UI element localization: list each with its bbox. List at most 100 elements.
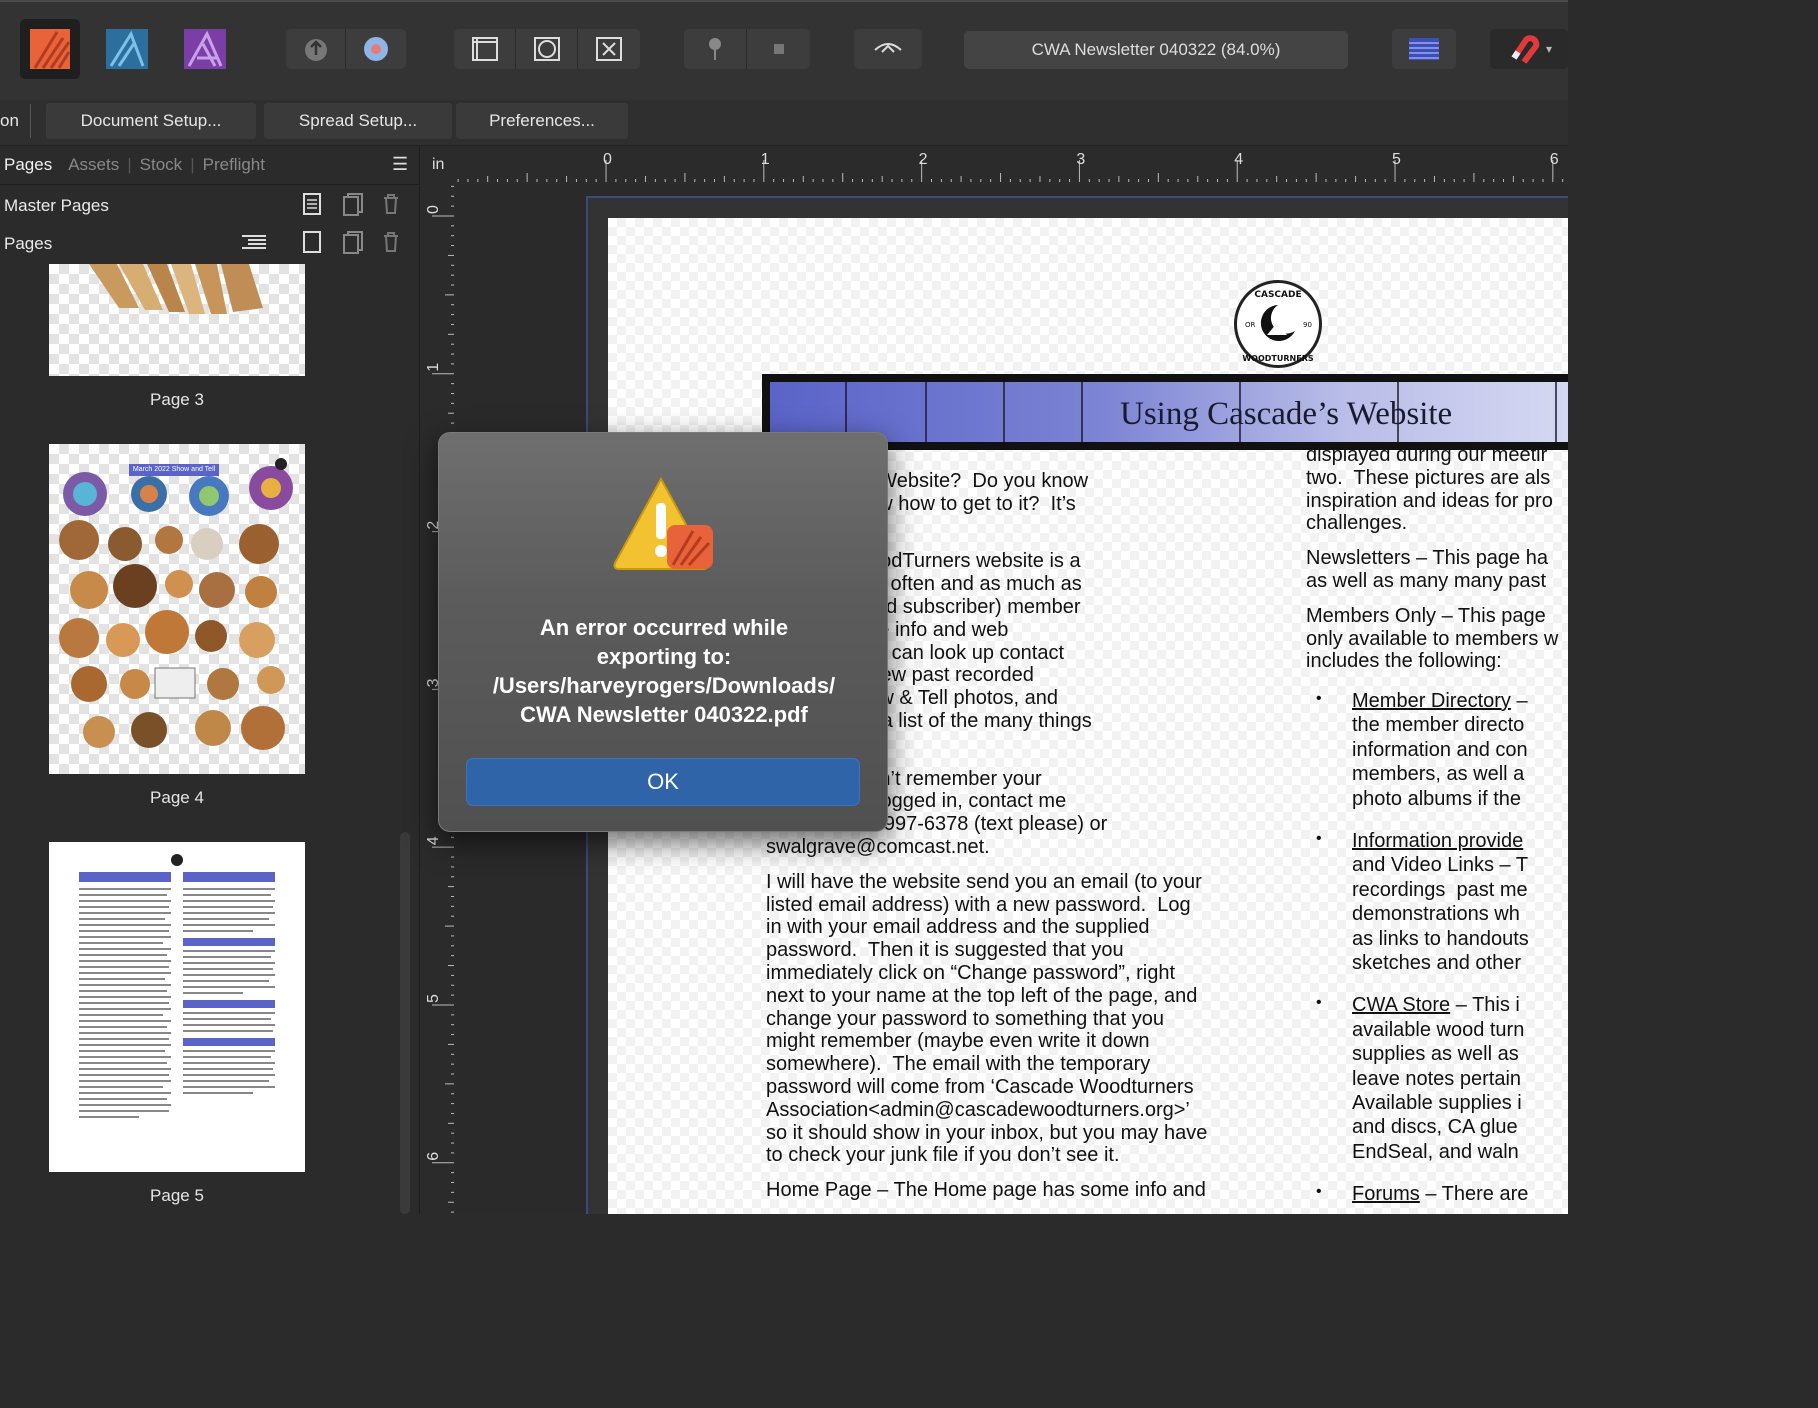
bowls-collage-image [59,458,293,750]
document-title: CWA Newsletter 040322 (84.0%) [964,31,1348,69]
affinity-publisher-window: CWA Newsletter 040322 (84.0%) ▾ on Docum… [0,0,1568,1214]
error-message: An error occurred while exporting to: /U… [459,613,869,729]
ruler-label: 2 [919,151,928,168]
text-line [1306,535,1558,547]
photo-persona-icon [184,29,226,69]
duplicate-master-icon[interactable] [342,192,364,221]
page-options-icon[interactable] [240,232,268,257]
snapping-icon [874,43,902,53]
normal-view-button[interactable] [454,29,516,69]
ruler-label: 4 [425,836,442,845]
circle-frame-icon [533,37,560,61]
wood-blanks-image [89,264,263,314]
ruler-label: 5 [1392,151,1401,168]
spread-setup-button[interactable]: Spread Setup... [264,103,452,139]
svg-text:WOODTURNERS: WOODTURNERS [1242,354,1314,363]
text-line: challenges. [1306,512,1408,535]
tab-pages[interactable]: Pages [0,155,56,175]
add-page-icon[interactable] [302,230,322,259]
tab-stock[interactable]: Stock [136,155,187,175]
text-line: supplies as well as [1352,1043,1519,1066]
stop-button[interactable] [747,29,810,69]
text-line: password. Then it is suggested that you [766,939,1124,962]
bullet-link-line[interactable]: CWA Store – This i [1352,994,1520,1017]
text-line: displayed during our meetir [1306,444,1548,466]
panel-scrollbar[interactable] [400,832,410,1214]
document-setup-button[interactable]: Document Setup... [46,103,256,139]
error-message-line: An error occurred while [539,615,789,640]
text-line: Newsletters – This page ha [1306,547,1548,570]
ruler-label: 3 [1076,151,1085,168]
ruler-label: 0 [425,205,442,214]
snapping-options-button[interactable] [854,29,922,69]
add-master-icon[interactable] [302,192,322,221]
page-view-icon [471,37,498,61]
error-message-line: /Users/harveyrogers/Downloads/ [492,673,836,698]
bullet-icon: • [1316,830,1322,847]
picture-frame-icon [596,37,622,61]
picture-frame-button[interactable] [578,29,640,69]
tab-separator: | [127,155,132,174]
flower-button[interactable] [346,29,406,69]
duplicate-page-icon[interactable] [342,230,364,259]
ruler-ticks: 0 1 2 3 4 5 6 [457,151,1564,182]
ruler-label: 6 [425,1152,442,1161]
text-line: in with your email address and the suppl… [766,916,1150,939]
text-line: listed email address) with a new passwor… [766,893,1191,916]
text-line: members, as well a [1352,763,1525,786]
publisher-persona-icon [30,29,71,69]
right-text-column[interactable]: displayed during our meetir two. These pi… [1306,444,1558,673]
share-button[interactable] [286,29,346,69]
ruler-label: 5 [425,994,442,1003]
pages-row: Pages [0,226,420,262]
pin-button[interactable] [684,29,747,69]
text-line [1306,593,1558,605]
delete-master-icon[interactable] [382,193,400,220]
error-message-line: CWA Newsletter 040322.pdf [520,702,808,727]
designer-persona-button[interactable] [94,19,160,79]
warning-icon [613,476,713,570]
text-line: leave notes pertain [1352,1067,1522,1090]
photo-persona-button[interactable] [172,19,238,79]
export-error-dialog: An error occurred while exporting to: /U… [438,432,888,832]
bullet-link-line[interactable]: Member Directory – [1352,690,1528,713]
context-partial-label: on [0,111,19,130]
page-4-thumbnail[interactable]: March 2022 Show and Tell [49,444,305,774]
text-line: recordings past me [1352,878,1528,901]
main-toolbar: CWA Newsletter 040322 (84.0%) ▾ [0,0,1568,100]
text-line: Available supplies i [1352,1091,1522,1114]
text-line: Association<admin@cascadewoodturners.org… [766,1098,1190,1121]
share-icon [304,39,327,61]
snapping-toggle-button[interactable]: ▾ [1490,29,1568,69]
preferences-button[interactable]: Preferences... [456,103,628,139]
page-5-thumbnail[interactable] [49,842,305,1172]
text-line: Home Page – The Home page has some info … [766,1179,1206,1202]
tab-preflight[interactable]: Preflight [199,155,269,175]
ruler-label: 6 [1550,151,1559,168]
ok-button[interactable]: OK [466,758,860,806]
page-4-label: Page 4 [150,788,204,807]
panel-menu-icon[interactable]: ☰ [388,154,412,175]
horizontal-ruler[interactable]: in 0123456 [420,146,1568,184]
pages-label: Pages [4,234,53,253]
pages-panel: Pages Assets | Stock | Preflight ☰ Maste… [0,146,420,1214]
divider [30,104,31,138]
delete-page-icon[interactable] [382,231,400,258]
pin-icon [709,38,721,60]
bullet-link-line[interactable]: Information provide [1352,830,1523,853]
text-line: available wood turn [1352,1018,1525,1041]
flower-icon [364,37,388,61]
text-line: inspiration and ideas for pro [1306,489,1553,512]
tab-assets[interactable]: Assets [64,155,123,175]
bullet-icon: • [1316,1183,1322,1201]
baseline-grid-button[interactable] [1392,29,1456,69]
baseline-grid-icon [1409,38,1439,60]
share-group [286,29,406,69]
bullet-link-line[interactable]: Forums – There are [1352,1183,1528,1206]
publisher-persona-button[interactable] [20,19,80,79]
page-3-thumbnail[interactable] [49,264,305,376]
text-line [766,859,1207,871]
preview-button[interactable] [516,29,578,69]
text-line: sketches and other [1352,952,1521,974]
text-line: and discs, CA glue [1352,1116,1518,1139]
